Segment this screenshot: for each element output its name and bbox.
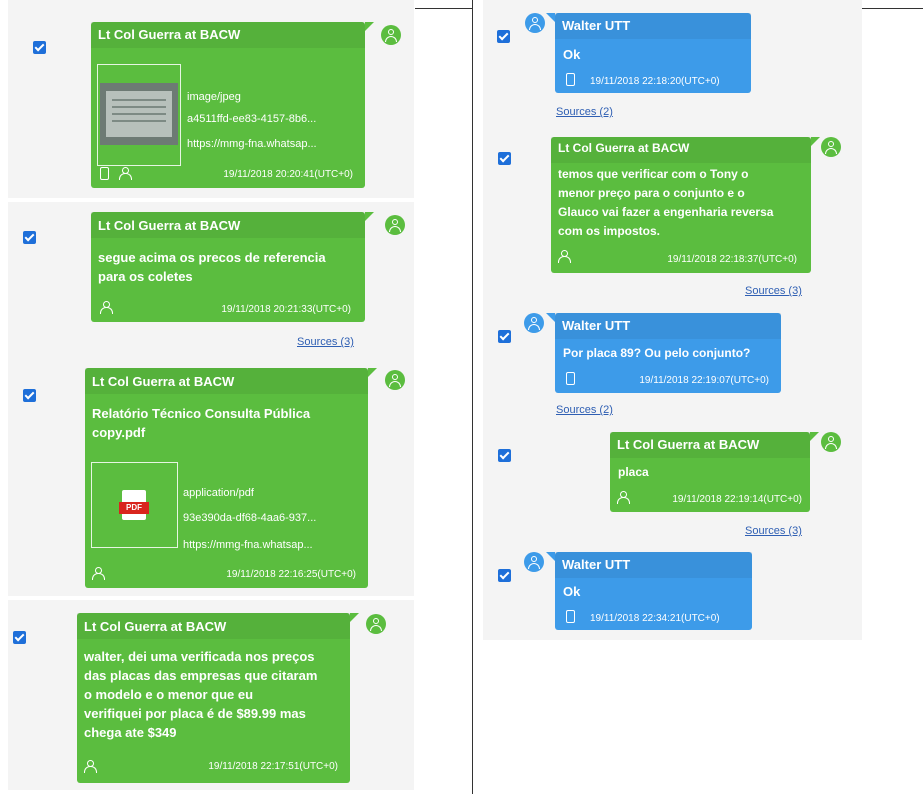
contact-avatar-icon (821, 432, 841, 452)
phone-icon (566, 73, 575, 86)
attachment-mime: image/jpeg (187, 91, 241, 103)
message-checkbox[interactable] (13, 631, 26, 644)
attachment-title: Relatório Técnico Consulta Pública copy.… (92, 406, 311, 440)
message-bubble[interactable]: Lt Col Guerra at BACW temos que verifica… (551, 137, 820, 273)
top-border-left (415, 8, 473, 9)
message-checkbox[interactable] (23, 389, 36, 402)
message-timestamp: 19/11/2018 22:17:51(UTC+0) (208, 761, 338, 772)
sources-link[interactable]: Sources (2) (556, 404, 613, 416)
message-text: Ok (563, 47, 581, 62)
message-checkbox[interactable] (23, 231, 36, 244)
sender-name: Walter UTT (562, 18, 631, 33)
phone-icon (100, 167, 109, 180)
message-text: Por placa 89? Ou pelo conjunto? (563, 346, 751, 360)
message-bubble[interactable]: Lt Col Guerra at BACW segue acima os pre… (91, 212, 374, 322)
contact-avatar-icon (525, 13, 545, 33)
message-text: placa (618, 465, 649, 479)
contact-avatar-icon (366, 614, 386, 634)
message-checkbox[interactable] (498, 569, 511, 582)
message-timestamp: 19/11/2018 22:19:14(UTC+0) (672, 494, 802, 505)
message-checkbox[interactable] (497, 30, 510, 43)
sources-link[interactable]: Sources (2) (556, 106, 613, 118)
message-timestamp: 19/11/2018 22:18:20(UTC+0) (590, 76, 720, 87)
group-icon (84, 759, 99, 773)
sender-name: Walter UTT (562, 557, 631, 572)
message-timestamp: 19/11/2018 20:21:33(UTC+0) (221, 304, 351, 315)
image-thumbnail (100, 83, 178, 145)
message-bubble[interactable]: Walter UTT Por placa 89? Ou pelo conjunt… (546, 313, 781, 393)
sources-link[interactable]: Sources (3) (745, 285, 802, 297)
sender-name: Lt Col Guerra at BACW (84, 619, 227, 634)
phone-icon (566, 610, 575, 623)
message-bubble[interactable]: Walter UTT Ok 19/11/2018 22:18:20(UTC+0) (546, 13, 751, 93)
contact-avatar-icon (385, 370, 405, 390)
phone-icon (566, 372, 575, 385)
top-border-right (862, 8, 923, 9)
message-bubble[interactable]: Lt Col Guerra at BACW Relatório Técnico … (85, 368, 377, 588)
message-timestamp: 19/11/2018 20:20:41(UTC+0) (223, 169, 353, 180)
attachment-id: 93e390da-df68-4aa6-937... (183, 512, 317, 524)
group-icon (119, 166, 134, 180)
pdf-icon: PDF (119, 490, 149, 520)
sender-name: Lt Col Guerra at BACW (558, 141, 690, 155)
sender-name: Lt Col Guerra at BACW (617, 437, 760, 452)
message-timestamp: 19/11/2018 22:18:37(UTC+0) (667, 254, 797, 265)
contact-avatar-icon (381, 25, 401, 45)
contact-avatar-icon (524, 552, 544, 572)
message-timestamp: 19/11/2018 22:19:07(UTC+0) (639, 375, 769, 386)
message-text: Ok (563, 584, 581, 599)
message-bubble[interactable]: Lt Col Guerra at BACW walter, dei uma ve… (77, 613, 359, 783)
sender-name: Lt Col Guerra at BACW (98, 27, 241, 42)
group-icon (92, 566, 107, 580)
message-bubble[interactable]: Walter UTT Ok 19/11/2018 22:34:21(UTC+0) (546, 552, 752, 630)
message-checkbox[interactable] (498, 152, 511, 165)
message-bubble[interactable]: Lt Col Guerra at BACW image/jpeg a4511ff… (91, 22, 374, 188)
message-checkbox[interactable] (498, 449, 511, 462)
contact-avatar-icon (524, 313, 544, 333)
message-timestamp: 19/11/2018 22:34:21(UTC+0) (590, 613, 720, 624)
group-icon (558, 249, 573, 263)
group-icon (617, 490, 632, 504)
message-bubble[interactable]: Lt Col Guerra at BACW placa 19/11/2018 2… (610, 432, 819, 512)
sender-name: Lt Col Guerra at BACW (98, 218, 241, 233)
contact-avatar-icon (385, 215, 405, 235)
message-checkbox[interactable] (33, 41, 46, 54)
attachment-url[interactable]: https://mmg-fna.whatsap... (187, 133, 317, 155)
message-text: walter, dei uma verificada nos preços da… (84, 649, 318, 740)
attachment-mime: application/pdf (183, 487, 254, 499)
sender-name: Lt Col Guerra at BACW (92, 374, 235, 389)
attachment-url[interactable]: https://mmg-fna.whatsap... (183, 534, 313, 556)
attachment-id: a4511ffd-ee83-4157-8b6... (187, 113, 317, 125)
column-divider (472, 0, 473, 794)
sources-link[interactable]: Sources (3) (745, 525, 802, 537)
sender-name: Walter UTT (562, 318, 631, 333)
group-icon (100, 300, 115, 314)
message-checkbox[interactable] (498, 330, 511, 343)
message-timestamp: 19/11/2018 22:16:25(UTC+0) (226, 569, 356, 580)
contact-avatar-icon (821, 137, 841, 157)
message-text: segue acima os precos de referencia para… (98, 250, 326, 284)
sources-link[interactable]: Sources (3) (297, 336, 354, 348)
message-text: temos que verificar com o Tony o menor p… (558, 167, 774, 238)
image-attachment[interactable] (97, 64, 181, 166)
pdf-attachment[interactable]: PDF (91, 462, 178, 548)
